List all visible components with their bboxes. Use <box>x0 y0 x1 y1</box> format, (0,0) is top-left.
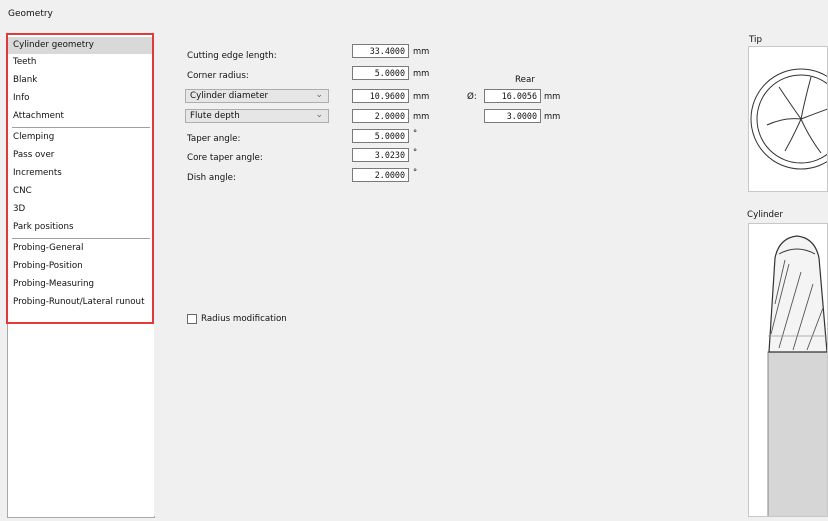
end-mill-cylinder-icon <box>767 235 827 516</box>
cutting-edge-length-unit: mm <box>413 46 430 56</box>
flute-depth-select[interactable]: Flute depth ⌄ <box>185 109 329 123</box>
corner-radius-unit: mm <box>413 68 430 78</box>
dish-angle-unit: ° <box>413 167 418 177</box>
core-taper-angle-field[interactable]: 3.0230 <box>352 148 409 162</box>
geometry-form: Cutting edge length: 33.4000 mm Corner r… <box>154 34 738 516</box>
sidebar-separator <box>12 127 150 128</box>
sidebar-item-attachment[interactable]: Attachment <box>8 108 154 125</box>
corner-radius-label: Corner radius: <box>187 71 249 81</box>
sidebar-item-teeth[interactable]: Teeth <box>8 54 154 71</box>
chevron-down-icon: ⌄ <box>315 90 323 100</box>
sidebar-item-probing-general[interactable]: Probing-General <box>8 240 154 257</box>
tip-preview-image <box>748 46 828 192</box>
sidebar-item-park-positions[interactable]: Park positions <box>8 219 154 236</box>
taper-angle-label: Taper angle: <box>187 134 241 144</box>
sidebar-separator <box>12 238 150 239</box>
rear-diameter-symbol: Ø: <box>467 92 477 102</box>
core-taper-angle-label: Core taper angle: <box>187 153 263 163</box>
dish-angle-field[interactable]: 2.0000 <box>352 168 409 182</box>
sidebar-item-3d[interactable]: 3D <box>8 201 154 218</box>
sidebar-nav: Cylinder geometry Teeth Blank Info Attac… <box>7 34 155 518</box>
rear-depth-field[interactable]: 3.0000 <box>484 109 541 123</box>
preview-pane: Tip Cylinder <box>741 33 828 521</box>
cylinder-diameter-select-value: Cylinder diameter <box>190 91 269 101</box>
chevron-down-icon: ⌄ <box>315 110 323 120</box>
flute-depth-unit: mm <box>413 111 430 121</box>
flute-depth-field[interactable]: 2.0000 <box>352 109 409 123</box>
sidebar-item-probing-runout[interactable]: Probing-Runout/Lateral runout <box>8 294 154 311</box>
tip-title: Tip <box>749 35 762 45</box>
rear-diameter-unit: mm <box>544 91 561 101</box>
sidebar-item-clemping[interactable]: Clemping <box>8 129 154 146</box>
rear-diameter-field[interactable]: 16.0056 <box>484 89 541 103</box>
cutting-edge-length-label: Cutting edge length: <box>187 51 277 61</box>
sidebar-item-probing-measuring[interactable]: Probing-Measuring <box>8 276 154 293</box>
cylinder-diameter-field[interactable]: 10.9600 <box>352 89 409 103</box>
cutting-edge-length-field[interactable]: 33.4000 <box>352 44 409 58</box>
sidebar-item-pass-over[interactable]: Pass over <box>8 147 154 164</box>
cylinder-diameter-select[interactable]: Cylinder diameter ⌄ <box>185 89 329 103</box>
sidebar-item-cylinder-geometry[interactable]: Cylinder geometry <box>8 37 154 54</box>
end-mill-tip-icon <box>750 68 827 170</box>
flute-depth-select-value: Flute depth <box>190 111 240 121</box>
rear-header: Rear <box>515 75 535 85</box>
window-title: Geometry <box>8 9 53 19</box>
dish-angle-label: Dish angle: <box>187 173 236 183</box>
core-taper-angle-unit: ° <box>413 147 418 157</box>
sidebar-item-info[interactable]: Info <box>8 90 154 107</box>
corner-radius-field[interactable]: 5.0000 <box>352 66 409 80</box>
cylinder-title: Cylinder <box>747 210 783 220</box>
rear-depth-unit: mm <box>544 111 561 121</box>
cylinder-diameter-unit: mm <box>413 91 430 101</box>
sidebar-item-cnc[interactable]: CNC <box>8 183 154 200</box>
sidebar-item-increments[interactable]: Increments <box>8 165 154 182</box>
radius-modification-checkbox[interactable] <box>187 314 197 324</box>
sidebar-item-probing-position[interactable]: Probing-Position <box>8 258 154 275</box>
sidebar-item-blank[interactable]: Blank <box>8 72 154 89</box>
cylinder-preview-image <box>748 223 828 517</box>
radius-modification-label: Radius modification <box>201 314 287 324</box>
taper-angle-unit: ° <box>413 128 418 138</box>
taper-angle-field[interactable]: 5.0000 <box>352 129 409 143</box>
